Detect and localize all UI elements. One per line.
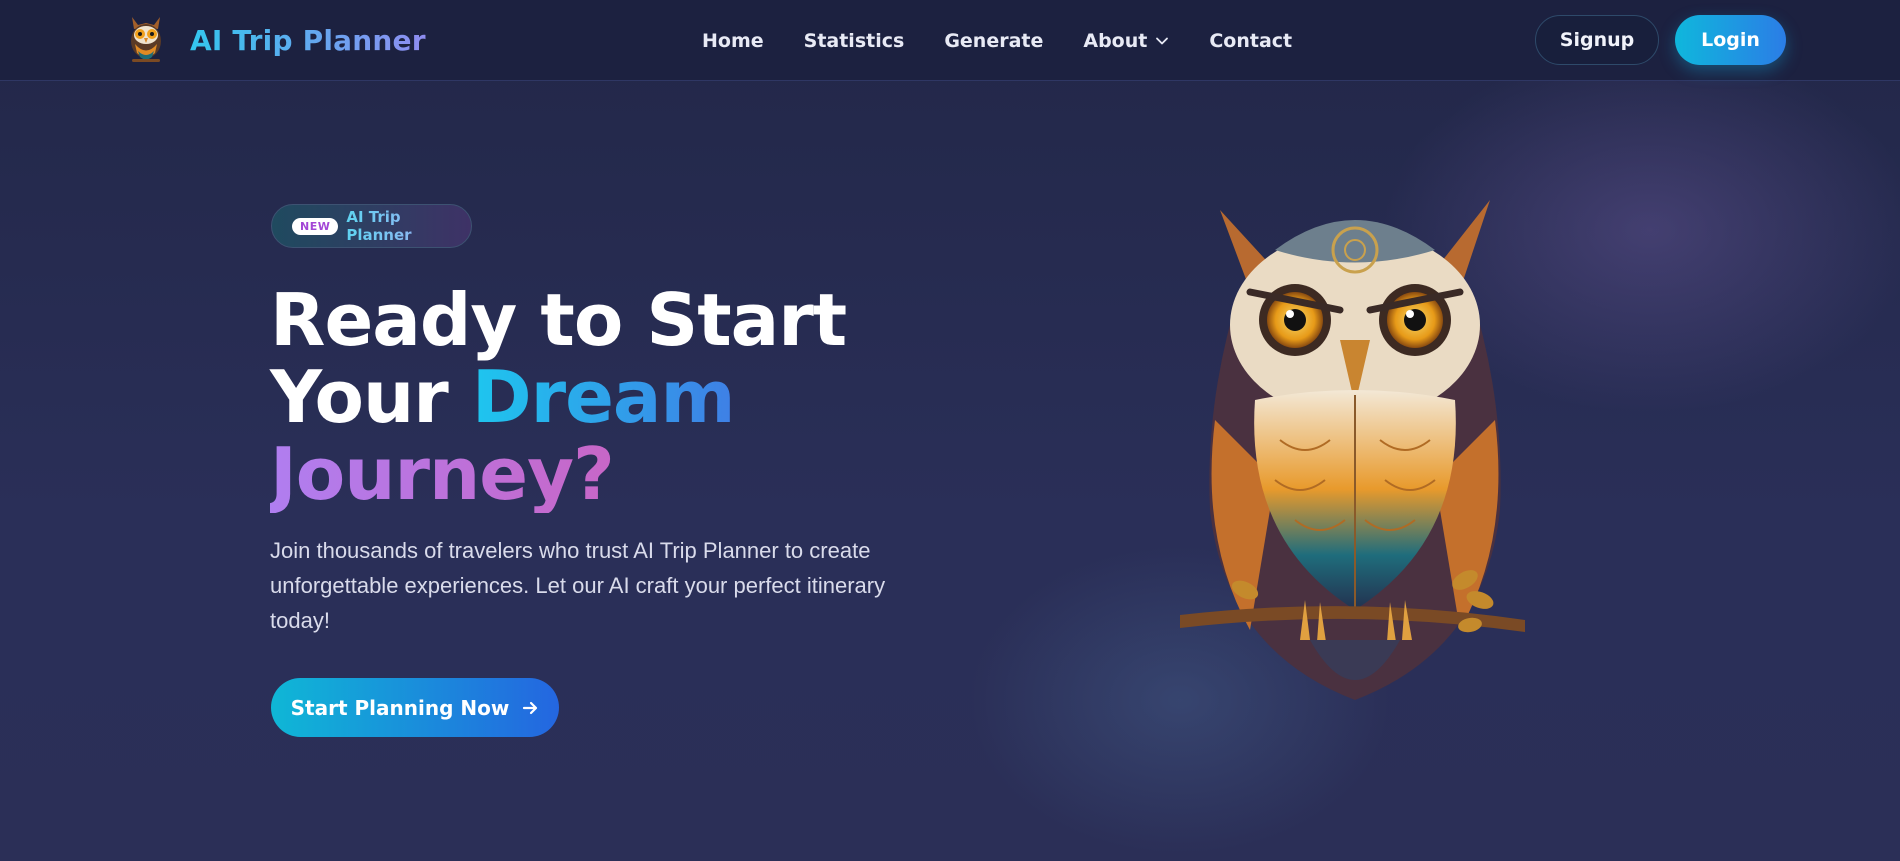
- nav-link-about-label: About: [1083, 30, 1148, 52]
- nav-link-contact[interactable]: Contact: [1209, 28, 1292, 54]
- owl-mascot-illustration: [1180, 200, 1525, 700]
- owl-logo-icon: [131, 17, 161, 62]
- headline-line-1: Ready to Start: [270, 278, 847, 362]
- nav-link-about[interactable]: About: [1083, 28, 1169, 54]
- badge-label: AI Trip Planner: [346, 208, 471, 244]
- new-feature-badge: NEW AI Trip Planner: [271, 204, 472, 248]
- login-button[interactable]: Login: [1675, 15, 1786, 65]
- brand[interactable]: AI Trip Planner: [126, 11, 426, 69]
- nav-link-generate[interactable]: Generate: [944, 28, 1043, 54]
- chevron-down-icon: [1156, 37, 1169, 45]
- top-navbar: AI Trip Planner Home Statistics Generate…: [0, 0, 1900, 81]
- brand-name: AI Trip Planner: [190, 23, 426, 57]
- headline-dream: Dream: [471, 355, 736, 439]
- start-planning-button[interactable]: Start Planning Now: [271, 678, 559, 737]
- main-nav: Home Statistics Generate About Contact: [702, 28, 1332, 54]
- nav-link-home[interactable]: Home: [702, 28, 764, 54]
- start-planning-label: Start Planning Now: [290, 695, 510, 720]
- hero-headline: Ready to Start Your Dream Journey?: [270, 282, 990, 513]
- nav-link-statistics[interactable]: Statistics: [804, 28, 905, 54]
- arrow-right-icon: [523, 701, 538, 714]
- new-tag: NEW: [292, 217, 339, 235]
- headline-journey: Journey?: [270, 436, 990, 513]
- signup-button[interactable]: Signup: [1535, 15, 1659, 65]
- headline-line-2: Your Dream: [270, 359, 990, 436]
- headline-your: Your: [270, 355, 472, 439]
- hero-description: Join thousands of travelers who trust AI…: [270, 538, 886, 633]
